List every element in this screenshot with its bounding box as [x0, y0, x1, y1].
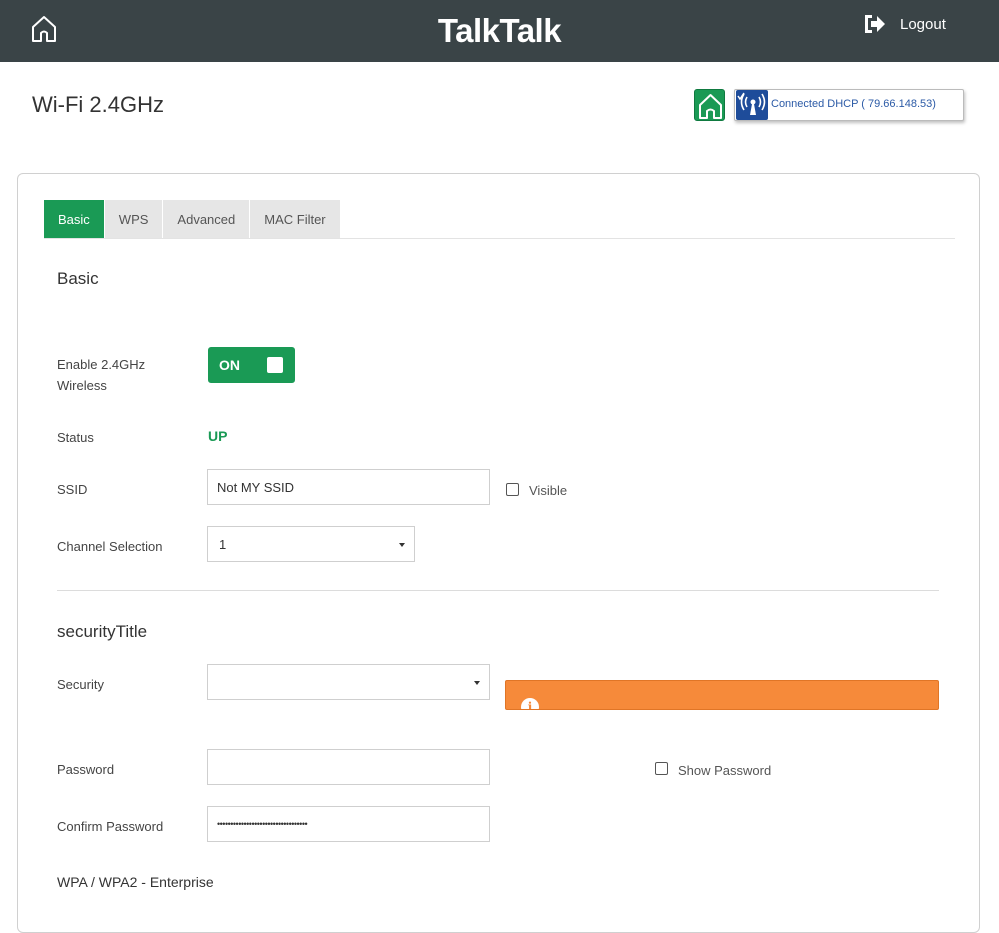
toggle-knob	[267, 357, 283, 373]
logout-label: Logout	[900, 15, 946, 33]
toggle-state-label: ON	[219, 357, 240, 373]
visible-checkbox[interactable]	[506, 483, 519, 496]
channel-select[interactable]: 1	[207, 526, 415, 562]
connection-status[interactable]: Connected DHCP ( 79.66.148.53)	[734, 89, 964, 121]
visible-label: Visible	[529, 483, 568, 498]
logout-button[interactable]: Logout	[862, 12, 946, 36]
tab-basic[interactable]: Basic	[44, 200, 104, 239]
brand-logo: TalkTalk	[437, 12, 562, 49]
settings-card: Basic WPS Advanced MAC Filter Basic Enab…	[17, 173, 980, 933]
info-icon: i	[521, 698, 539, 709]
basic-section-title: Basic	[57, 269, 99, 288]
logout-icon	[865, 15, 885, 33]
tab-advanced[interactable]: Advanced	[163, 200, 250, 239]
password-label: Password	[57, 762, 115, 777]
page-title: Wi-Fi 2.4GHz	[32, 92, 164, 117]
connection-text: Connected DHCP ( 79.66.148.53)	[771, 98, 936, 110]
wireless-signal-icon	[736, 90, 768, 120]
enable-wireless-label: Enable 2.4GHz Wireless	[57, 354, 145, 396]
home-icon	[699, 94, 722, 119]
confirm-password-input[interactable]: ••••••••••••••••••••••••••••••••••	[207, 806, 490, 842]
status-value: UP	[208, 428, 228, 444]
show-password-checkbox[interactable]	[655, 762, 668, 775]
ssid-label: SSID	[57, 482, 88, 497]
home-status-button[interactable]	[694, 89, 725, 121]
enable-wireless-toggle[interactable]: ON	[208, 347, 295, 383]
tab-wps[interactable]: WPS	[104, 200, 163, 239]
chevron-down-icon	[399, 543, 405, 547]
show-password-label: Show Password	[678, 763, 772, 778]
tab-mac-filter[interactable]: MAC Filter	[250, 200, 340, 239]
tab-bar: Basic WPS Advanced MAC Filter	[44, 200, 341, 239]
password-input[interactable]	[207, 749, 490, 785]
status-label: Status	[57, 430, 94, 445]
enterprise-title: WPA / WPA2 - Enterprise	[57, 874, 214, 890]
security-select[interactable]	[207, 664, 490, 700]
confirm-password-label: Confirm Password	[57, 819, 164, 834]
channel-label: Channel Selection	[57, 539, 163, 554]
security-warning-banner: i	[505, 680, 939, 710]
top-bar: TalkTalk Logout	[0, 0, 999, 62]
enable-wireless-label-line2: Wireless	[57, 378, 107, 393]
chevron-down-icon	[474, 681, 480, 685]
security-label: Security	[57, 677, 104, 692]
ssid-input[interactable]	[207, 469, 490, 505]
security-section-title: securityTitle	[57, 622, 148, 641]
channel-value: 1	[219, 537, 227, 552]
enable-wireless-label-line1: Enable 2.4GHz	[57, 357, 146, 372]
tab-divider	[44, 238, 955, 239]
section-divider	[57, 590, 939, 591]
